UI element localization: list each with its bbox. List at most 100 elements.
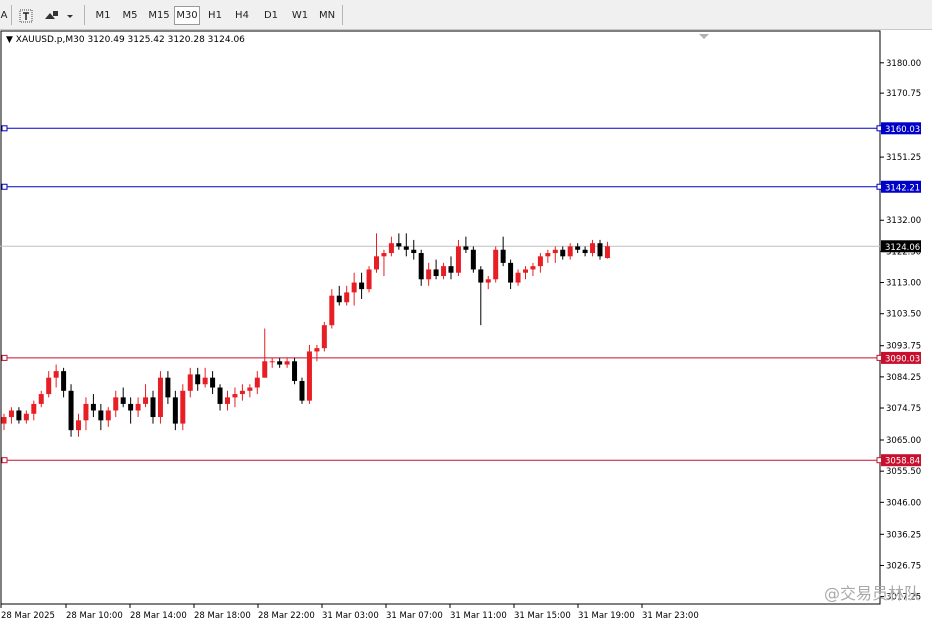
y-tick-label: 3084.25: [886, 373, 921, 383]
symbol-dropdown-icon[interactable]: ▼: [6, 35, 13, 45]
candle-body: [31, 403, 37, 414]
candle-body: [433, 269, 439, 276]
candle-body: [98, 410, 104, 421]
y-tick-label: 3093.75: [886, 342, 921, 352]
candle-body: [418, 253, 424, 280]
text-t-icon[interactable]: [17, 6, 35, 25]
price-chart[interactable]: 3017.253026.753036.253046.003055.503065.…: [0, 30, 932, 628]
toolbar-separator: [84, 5, 85, 25]
timeframe-button-m5[interactable]: M5: [118, 6, 142, 25]
x-tick-label: 28 Mar 22:00: [258, 611, 315, 621]
candle-body: [396, 243, 402, 247]
candle-body: [83, 403, 89, 421]
y-tick-label: 3055.50: [886, 467, 921, 477]
candle-body: [336, 295, 342, 303]
candle-body: [597, 243, 603, 257]
candle-body: [157, 377, 163, 418]
candle-body: [523, 269, 528, 273]
candle-body: [46, 377, 52, 395]
candle-body: [217, 387, 223, 404]
candle-body: [463, 246, 469, 250]
candle-body: [448, 266, 454, 273]
x-tick-label: 31 Mar 07:00: [386, 611, 443, 621]
candle-body: [247, 387, 253, 391]
candle-body: [76, 420, 81, 431]
candle-body: [68, 390, 74, 431]
candle-body: [493, 249, 499, 280]
y-tick-label: 3065.00: [886, 436, 921, 446]
candle-body: [403, 246, 409, 250]
candle-body: [1, 417, 7, 424]
chart-area[interactable]: 3017.25 3026.75 3036.25 3046.00 3055.50 3065.…: [0, 30, 932, 628]
y-tick-label: 3113.00: [886, 279, 921, 289]
candle-body: [299, 380, 305, 401]
candle-body: [381, 253, 387, 257]
text-a-icon[interactable]: A: [0, 6, 8, 25]
candle-body: [38, 394, 44, 404]
shapes-dropdown-icon[interactable]: [42, 6, 76, 25]
candle-body: [8, 410, 14, 418]
candle-body: [292, 361, 298, 381]
candle-body: [321, 325, 327, 349]
level-handle-left: [1, 457, 8, 464]
level-price-tag-label: 3058.84: [885, 457, 920, 467]
candle-body: [187, 374, 193, 391]
candle-body: [210, 377, 216, 388]
candle-body: [441, 266, 447, 276]
candle-body: [590, 243, 596, 254]
toolbar-separator: [342, 5, 343, 25]
candle-body: [105, 410, 111, 421]
y-tick-label: 3046.00: [886, 498, 921, 508]
y-tick-label: 3103.50: [886, 310, 921, 320]
level-price-tag-label: 3090.03: [885, 354, 920, 364]
level-price-tag-label: 3160.03: [885, 125, 920, 135]
candle-body: [113, 397, 119, 411]
candle-body: [314, 348, 320, 352]
candle-body: [515, 272, 521, 283]
x-tick-label: 28 Mar 18:00: [194, 611, 251, 621]
candle-body: [165, 377, 171, 398]
x-tick-label: 28 Mar 14:00: [130, 611, 187, 621]
timeframe-button-h4[interactable]: H4: [230, 6, 254, 25]
timeframe-button-m1[interactable]: M1: [92, 6, 114, 25]
timeframe-button-h1[interactable]: H1: [204, 6, 226, 25]
timeframe-button-mn[interactable]: MN: [316, 6, 338, 25]
candle-body: [508, 262, 514, 283]
candle-body: [485, 279, 491, 283]
x-tick-label: 31 Mar 11:00: [450, 611, 507, 621]
candle-body: [90, 403, 96, 411]
symbol-info: ▼ XAUUSD.p,M30 3120.49 3125.42 3120.28 3…: [6, 35, 245, 45]
candle-body: [262, 361, 268, 378]
toolbar: A M1 M5 M15 M30 H1 H4 D1 W1 MN: [0, 0, 932, 30]
candle-body: [500, 249, 506, 263]
candle-body: [195, 374, 201, 385]
candle-body: [537, 256, 543, 267]
timeframe-button-w1[interactable]: W1: [288, 6, 312, 25]
candle-body: [284, 361, 290, 365]
timeframe-button-m30[interactable]: M30: [174, 6, 200, 25]
level-handle-left: [1, 354, 8, 361]
candle-body: [388, 243, 394, 254]
candle-body: [329, 295, 335, 326]
timeframe-button-m15[interactable]: M15: [146, 6, 172, 25]
timeframe-button-d1[interactable]: D1: [258, 6, 284, 25]
candle-body: [604, 246, 610, 258]
candle-body: [478, 269, 484, 283]
candle-body: [560, 249, 566, 257]
candle-body: [53, 371, 59, 378]
candle-body: [426, 269, 432, 280]
x-tick-label: 28 Mar 2025: [1, 611, 55, 621]
x-tick-label: 31 Mar 19:00: [578, 611, 635, 621]
candle-body: [143, 397, 149, 404]
y-tick-label: 3074.75: [886, 404, 921, 414]
level-handle-left: [1, 125, 8, 132]
level-handle-left: [1, 183, 8, 190]
x-tick-label: 31 Mar 23:00: [642, 611, 699, 621]
candle-body: [455, 246, 461, 273]
candle-body: [411, 249, 417, 254]
y-tick-label: 3151.25: [886, 153, 921, 163]
candle-body: [120, 397, 126, 404]
candle-body: [150, 397, 156, 418]
current-price-tag-label: 3124.06: [885, 243, 920, 253]
candle-body: [359, 282, 365, 290]
